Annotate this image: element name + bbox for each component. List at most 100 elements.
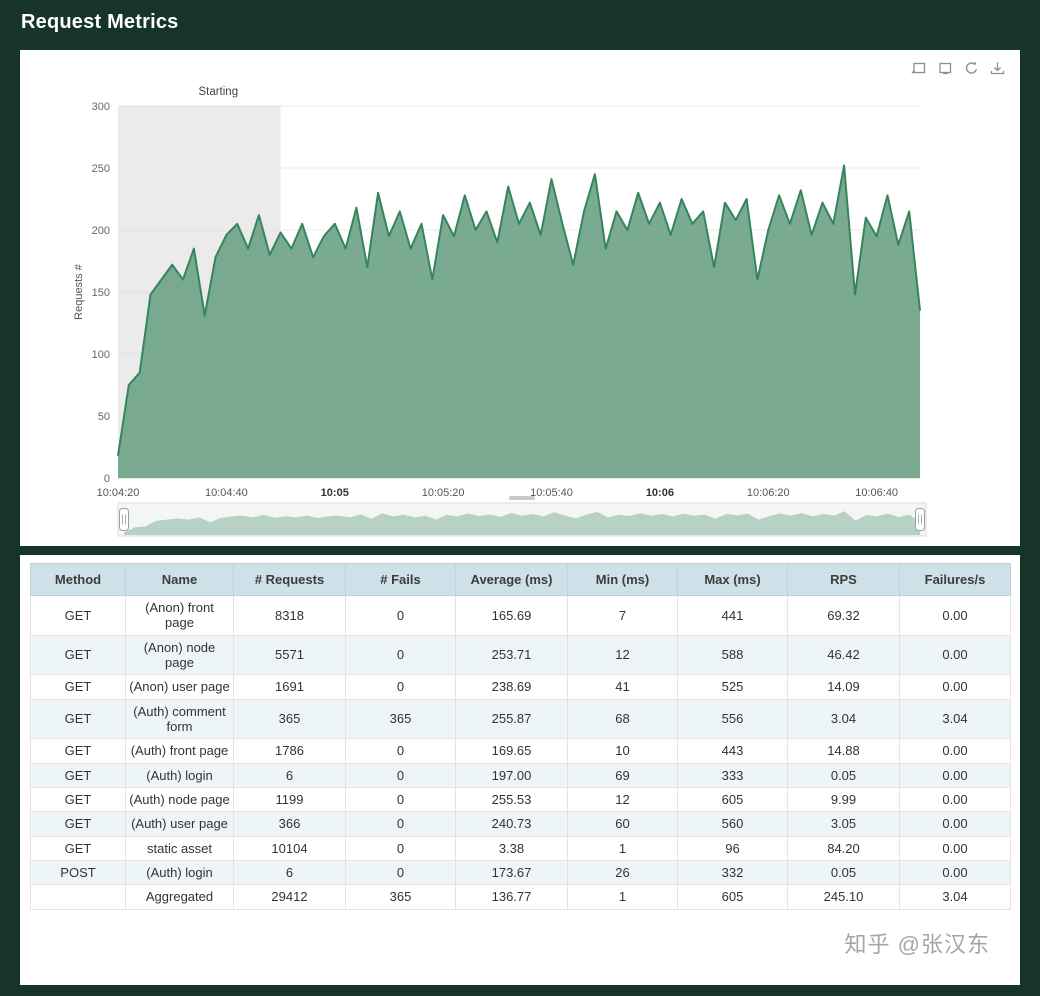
table-cell: 14.09 [788,675,900,699]
table-cell: 0.05 [788,860,900,884]
starting-annotation: Starting [198,86,238,98]
table-cell: 366 [234,812,346,836]
x-tick-label: 10:05 [321,487,349,499]
table-cell: 9.99 [788,787,900,811]
table-cell: GET [31,787,126,811]
table-cell: 0.00 [900,860,1011,884]
table-panel: MethodName# Requests# FailsAverage (ms)M… [20,555,1020,985]
column-header: Method [31,564,126,596]
table-cell: 165.69 [456,596,568,636]
watermark: 知乎 @张汉东 [845,927,990,959]
table-row: GET(Auth) node page11990255.53126059.990… [31,787,1011,811]
y-tick-label: 50 [98,411,110,423]
table-cell: 29412 [234,885,346,909]
table-cell: 443 [678,739,788,763]
table-cell: (Anon) front page [126,596,234,636]
table-cell: 0 [346,596,456,636]
table-cell: GET [31,699,126,739]
table-cell: GET [31,596,126,636]
range-handle-right[interactable] [916,509,925,531]
table-cell: (Auth) login [126,763,234,787]
chart-toolbox [911,60,1006,77]
table-row: Aggregated29412365136.771605245.103.04 [31,885,1011,909]
zoom-reset-icon[interactable] [937,60,954,77]
table-cell: 197.00 [456,763,568,787]
table-cell: 84.20 [788,836,900,860]
y-tick-label: 200 [92,225,110,237]
column-header: Average (ms) [456,564,568,596]
table-cell: 441 [678,596,788,636]
table-cell: 1691 [234,675,346,699]
y-axis-label: Requests # [73,263,85,320]
table-cell: 255.53 [456,787,568,811]
table-cell: 333 [678,763,788,787]
table-cell: 3.05 [788,812,900,836]
table-cell: 26 [568,860,678,884]
column-header: Failures/s [900,564,1011,596]
table-cell: 3.04 [900,699,1011,739]
table-cell: 253.71 [456,635,568,675]
refresh-icon[interactable] [963,60,980,77]
table-cell: 5571 [234,635,346,675]
table-cell: 69.32 [788,596,900,636]
x-tick-label: 10:06 [646,487,674,499]
table-cell: static asset [126,836,234,860]
table-cell: 68 [568,699,678,739]
table-cell: 0.00 [900,763,1011,787]
table-cell: (Anon) node page [126,635,234,675]
table-cell: 0.00 [900,787,1011,811]
table-cell: 3.04 [788,699,900,739]
table-cell: 240.73 [456,812,568,836]
table-cell: 1199 [234,787,346,811]
scrollbar-thumb[interactable] [509,496,535,500]
table-cell: 556 [678,699,788,739]
table-cell: 46.42 [788,635,900,675]
table-cell: 0.00 [900,596,1011,636]
table-row: GET(Auth) front page17860169.651044314.8… [31,739,1011,763]
table-cell: (Auth) user page [126,812,234,836]
y-tick-label: 300 [92,101,110,113]
table-cell: 6 [234,860,346,884]
table-cell: 10104 [234,836,346,860]
table-cell: 10 [568,739,678,763]
table-cell: 69 [568,763,678,787]
column-header: Name [126,564,234,596]
table-row: GET(Anon) front page83180165.69744169.32… [31,596,1011,636]
table-cell: GET [31,675,126,699]
table-row: GET(Auth) comment form365365255.87685563… [31,699,1011,739]
table-cell: 0.00 [900,739,1011,763]
download-icon[interactable] [989,60,1006,77]
range-handle-left[interactable] [120,509,129,531]
table-cell: POST [31,860,126,884]
table-cell: 0 [346,635,456,675]
table-cell: (Auth) node page [126,787,234,811]
requests-chart-svg[interactable]: 050100150200250300Starting10:04:2010:04:… [20,50,1020,546]
table-cell: 169.65 [456,739,568,763]
box-zoom-icon[interactable] [911,60,928,77]
table-cell: 605 [678,885,788,909]
table-cell: GET [31,739,126,763]
table-cell: 238.69 [456,675,568,699]
table-cell [31,885,126,909]
table-cell: GET [31,635,126,675]
table-cell: (Auth) login [126,860,234,884]
table-cell: 1 [568,885,678,909]
y-tick-label: 250 [92,163,110,175]
table-cell: 12 [568,787,678,811]
column-header: # Fails [346,564,456,596]
table-cell: 245.10 [788,885,900,909]
y-tick-label: 100 [92,349,110,361]
table-cell: (Auth) front page [126,739,234,763]
table-cell: 3.38 [456,836,568,860]
column-header: Max (ms) [678,564,788,596]
page-title: Request Metrics [21,11,179,34]
table-cell: 14.88 [788,739,900,763]
table-cell: 8318 [234,596,346,636]
table-cell: 365 [346,699,456,739]
table-cell: 365 [346,885,456,909]
table-cell: 3.04 [900,885,1011,909]
x-tick-label: 10:06:40 [855,487,898,499]
table-cell: 255.87 [456,699,568,739]
table-cell: 365 [234,699,346,739]
table-cell: (Auth) comment form [126,699,234,739]
